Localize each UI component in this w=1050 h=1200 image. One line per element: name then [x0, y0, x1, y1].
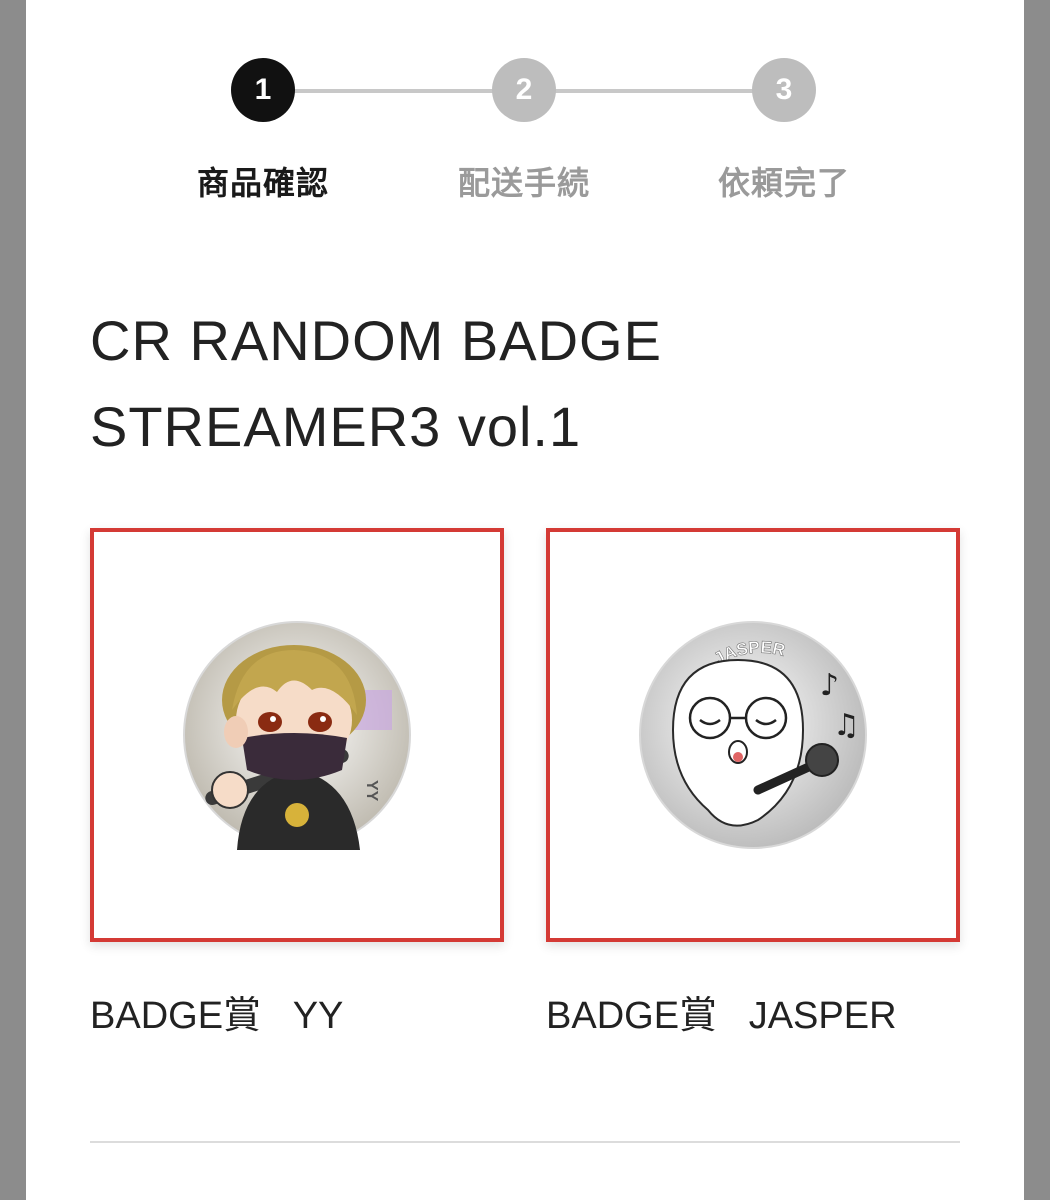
step-number: 3: [752, 58, 816, 122]
badge-text: YY: [363, 780, 380, 802]
step-label: 商品確認: [196, 164, 329, 202]
step-number: 1: [231, 58, 295, 122]
prize-name: BADGE賞 JASPER: [546, 995, 897, 1037]
singing-character-badge-icon: JASPER ♪ ♫: [638, 620, 868, 850]
prize-name: BADGE賞 YY: [90, 995, 344, 1037]
progress-stepper: 1 商品確認 2 配送手続 3 依頼完了: [26, 58, 1024, 218]
prize-image-frame[interactable]: YY: [90, 528, 504, 942]
order-card: 1 商品確認 2 配送手続 3 依頼完了 CR RANDOM BADGE STR…: [26, 0, 1024, 1200]
step-product-confirm: 1 商品確認: [163, 58, 363, 204]
product-title: CR RANDOM BADGE STREAMER3 vol.1: [90, 298, 950, 470]
section-divider: [90, 1141, 960, 1143]
svg-text:♫: ♫: [833, 708, 860, 743]
prize-card-yy[interactable]: YY BADGE賞 YY: [90, 528, 504, 1039]
step-shipping: 2 配送手続: [424, 58, 624, 204]
product-title-line: STREAMER3 vol.1: [90, 395, 582, 458]
step-label: 依頼完了: [717, 164, 850, 202]
prize-card-jasper[interactable]: JASPER ♪ ♫ BADGE賞 JASPER: [546, 528, 960, 1039]
step-complete: 3 依頼完了: [684, 58, 884, 204]
step-number: 2: [492, 58, 556, 122]
svg-text:♪: ♪: [820, 668, 839, 703]
step-label: 配送手続: [457, 164, 590, 202]
product-title-line: CR RANDOM BADGE: [90, 309, 662, 372]
prize-image-frame[interactable]: JASPER ♪ ♫: [546, 528, 960, 942]
masked-character-badge-icon: YY: [182, 620, 412, 850]
